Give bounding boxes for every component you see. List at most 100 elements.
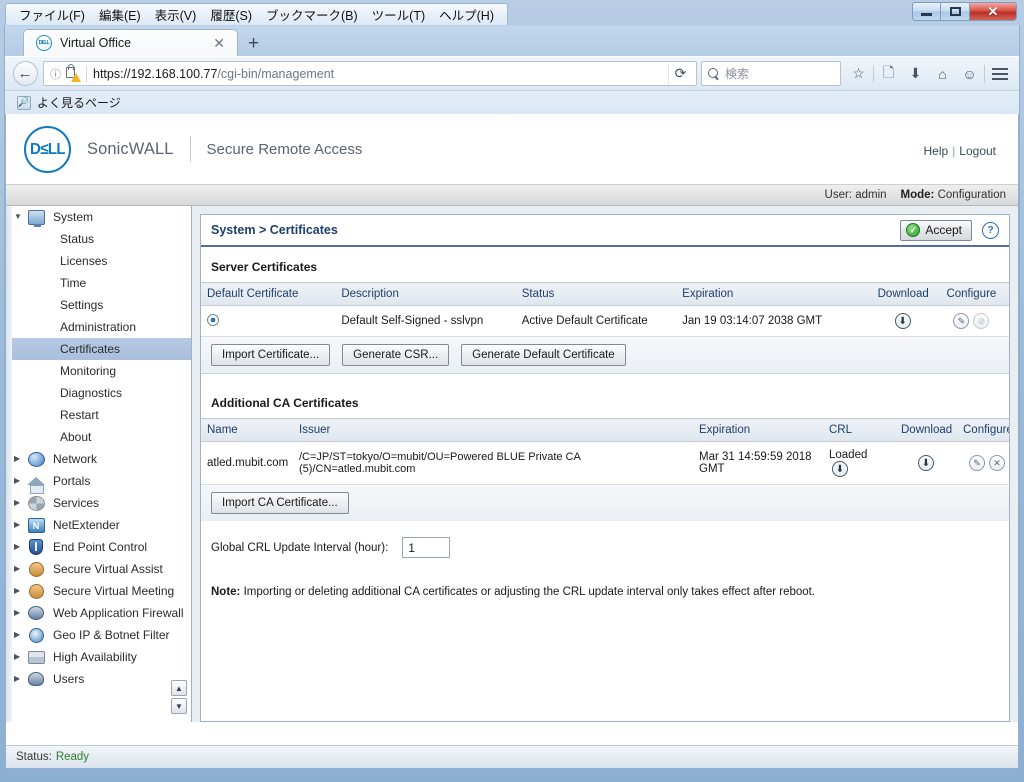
menu-help[interactable]: ヘルプ(H) [432, 3, 501, 26]
reload-icon[interactable]: ⟳ [668, 62, 692, 85]
new-tab-button[interactable]: + [238, 34, 269, 56]
chevron-right-icon[interactable]: ▶ [14, 653, 26, 661]
chevron-right-icon[interactable]: ▶ [14, 499, 26, 507]
chevron-right-icon[interactable]: ▶ [14, 587, 26, 595]
search-icon [708, 68, 719, 79]
default-certificate-radio[interactable] [207, 313, 219, 326]
menu-bookmarks[interactable]: ブックマーク(B) [259, 3, 365, 26]
maximize-button[interactable] [941, 2, 970, 21]
crl-interval-label: Global CRL Update Interval (hour): [211, 541, 389, 554]
site-info-icon[interactable]: ⓘ [50, 66, 61, 82]
bookmark-most-visited[interactable]: 🔎 よく見るページ [13, 93, 125, 112]
sidebar-group-secure-virtual-assist[interactable]: ▶ Secure Virtual Assist [6, 558, 191, 580]
generate-default-certificate-button[interactable]: Generate Default Certificate [461, 344, 626, 366]
chevron-down-icon[interactable]: ▼ [14, 213, 26, 221]
body-split: ▼ System Status Licenses Time Settings A… [6, 206, 1018, 722]
download-icon[interactable]: ⬇ [894, 313, 911, 329]
sidebar-group-services[interactable]: ▶ Services [6, 492, 191, 514]
accept-button[interactable]: ✓ Accept [900, 219, 972, 241]
check-icon: ✓ [906, 223, 921, 237]
edit-icon[interactable]: ✎ [953, 313, 970, 329]
sidebar-item-administration[interactable]: Administration [6, 316, 191, 338]
url-bar[interactable]: ⓘ https://192.168.100.77/cgi-bin/managem… [43, 61, 697, 86]
sidebar-item-about[interactable]: About [6, 426, 191, 448]
sync-icon[interactable]: ☺ [956, 61, 983, 87]
menu-icon[interactable] [986, 61, 1013, 87]
tab-virtual-office[interactable]: DELL Virtual Office ✕ [23, 29, 238, 56]
cell-expiration: Jan 19 03:14:07 2038 GMT [676, 305, 872, 337]
cell-status: Active Default Certificate [515, 305, 677, 337]
sidebar-item-certificates[interactable]: Certificates [6, 338, 191, 360]
scroll-up-button[interactable]: ▲ [171, 680, 187, 696]
col-default-certificate: Default Certificate [201, 282, 336, 306]
sidebar-group-secure-virtual-meeting[interactable]: ▶ Secure Virtual Meeting [6, 580, 191, 602]
accept-button-label: Accept [925, 223, 962, 237]
menu-file[interactable]: ファイル(F) [12, 3, 92, 26]
menu-view[interactable]: 表示(V) [148, 3, 204, 26]
chevron-right-icon[interactable]: ▶ [14, 543, 26, 551]
star-icon[interactable]: ☆ [845, 61, 872, 87]
home-icon[interactable]: ⌂ [929, 61, 956, 87]
page-viewport: D≤LL SonicWALL Secure Remote Access Help… [5, 114, 1019, 745]
sidebar-group-system[interactable]: ▼ System [6, 206, 191, 228]
lock-warning-icon[interactable] [65, 64, 81, 82]
chevron-right-icon[interactable]: ▶ [14, 631, 26, 639]
chevron-right-icon[interactable]: ▶ [14, 477, 26, 485]
sidebar-group-end-point-control[interactable]: ▶ End Point Control [6, 536, 191, 558]
mode-value: Configuration [937, 189, 1006, 201]
chevron-right-icon[interactable]: ▶ [14, 609, 26, 617]
users-meeting-icon [26, 583, 46, 600]
sidebar-item-status[interactable]: Status [6, 228, 191, 250]
logout-link[interactable]: Logout [959, 144, 996, 158]
downloads-icon[interactable]: ⬇ [902, 61, 929, 87]
status-label: Status: [16, 751, 52, 763]
sidebar-item-time[interactable]: Time [6, 272, 191, 294]
col-configure: Configure [933, 282, 1009, 306]
scroll-down-button[interactable]: ▼ [171, 698, 187, 714]
help-icon[interactable]: ? [982, 221, 999, 239]
table-row: atled.mubit.com /C=JP/ST=tokyo/O=mubit/O… [201, 441, 1009, 485]
url-host: https://192.168.100.77 [93, 66, 218, 81]
sidebar-item-diagnostics[interactable]: Diagnostics [6, 382, 191, 404]
delete-icon[interactable]: ✕ [989, 455, 1005, 471]
crl-download-icon[interactable]: ⬇ [832, 461, 848, 477]
sidebar-item-label: Monitoring [60, 364, 117, 378]
sidebar-group-geo-ip-botnet-filter[interactable]: ▶ Geo IP & Botnet Filter [6, 624, 191, 646]
import-ca-certificate-button[interactable]: Import CA Certificate... [211, 492, 349, 514]
col-description: Description [335, 282, 516, 306]
sidebar-group-netextender[interactable]: ▶ N NetExtender [6, 514, 191, 536]
maximize-icon [949, 7, 961, 16]
sidebar-group-portals[interactable]: ▶ Portals [6, 470, 191, 494]
import-certificate-button[interactable]: Import Certificate... [211, 344, 331, 366]
menu-tools[interactable]: ツール(T) [365, 3, 432, 26]
sidebar-item-settings[interactable]: Settings [6, 294, 191, 316]
tab-close-icon[interactable]: ✕ [209, 36, 229, 50]
menu-edit[interactable]: 編集(E) [92, 3, 148, 26]
chevron-right-icon[interactable]: ▶ [14, 455, 26, 463]
chevron-right-icon[interactable]: ▶ [14, 521, 26, 529]
sidebar-item-restart[interactable]: Restart [6, 404, 191, 426]
chevron-right-icon[interactable]: ▶ [14, 675, 26, 683]
generate-csr-button[interactable]: Generate CSR... [342, 344, 450, 366]
search-input[interactable]: 検索 [701, 61, 841, 86]
col-crl: CRL [823, 418, 895, 442]
reader-icon[interactable]: 🗋 [875, 61, 902, 87]
minimize-button[interactable] [912, 2, 941, 21]
sidebar-group-users[interactable]: ▶ Users [6, 668, 191, 690]
crl-interval-input[interactable] [402, 537, 451, 558]
title-bar: ファイル(F) 編集(E) 表示(V) 履歴(S) ブックマーク(B) ツール(… [4, 2, 1020, 26]
edit-icon[interactable]: ✎ [969, 455, 985, 471]
sidebar-item-monitoring[interactable]: Monitoring [6, 360, 191, 382]
close-button[interactable]: ✕ [970, 2, 1017, 21]
back-button[interactable]: ← [11, 60, 39, 88]
menu-history[interactable]: 履歴(S) [203, 3, 259, 26]
sidebar-group-high-availability[interactable]: ▶ High Availability [6, 646, 191, 668]
chevron-right-icon[interactable]: ▶ [14, 565, 26, 573]
gear-icon [26, 495, 46, 512]
sidebar-group-network[interactable]: ▶ Network [6, 448, 191, 470]
download-icon[interactable]: ⬇ [918, 455, 934, 471]
ca-certificates-table: Name Issuer Expiration CRL Download Conf… [201, 418, 1009, 485]
help-link[interactable]: Help [923, 144, 948, 158]
sidebar-group-web-application-firewall[interactable]: ▶ Web Application Firewall [6, 602, 191, 624]
sidebar-item-licenses[interactable]: Licenses [6, 250, 191, 272]
